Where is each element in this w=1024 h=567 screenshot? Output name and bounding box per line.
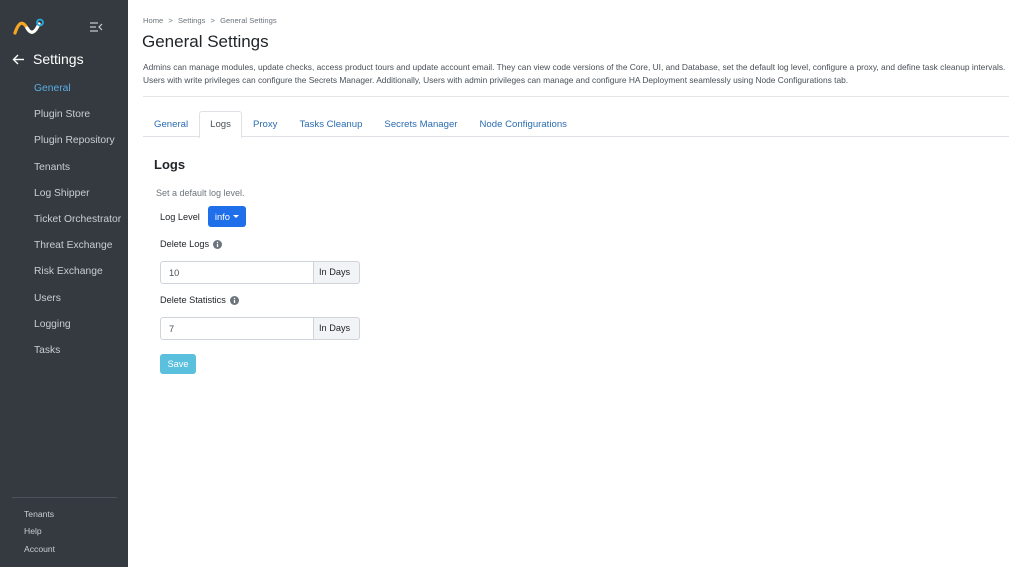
page-description: Admins can manage modules, update checks… bbox=[143, 62, 1006, 86]
sidebar-item-plugin-store[interactable]: Plugin Store bbox=[0, 102, 128, 128]
breadcrumb-current: General Settings bbox=[220, 16, 277, 25]
info-icon[interactable] bbox=[229, 295, 239, 305]
sidebar-nav: General Plugin Store Plugin Repository T… bbox=[0, 76, 128, 364]
breadcrumb-separator: > bbox=[168, 16, 173, 25]
sidebar-footer: Tenants Help Account bbox=[24, 506, 55, 558]
sidebar-item-users[interactable]: Users bbox=[0, 286, 128, 312]
sidebar-item-threat-exchange[interactable]: Threat Exchange bbox=[0, 233, 128, 259]
arrow-left-icon bbox=[12, 54, 24, 64]
sidebar-item-ticket-orchestrator[interactable]: Ticket Orchestrator bbox=[0, 207, 128, 233]
save-button[interactable]: Save bbox=[160, 354, 196, 374]
footer-item-tenants[interactable]: Tenants bbox=[24, 506, 55, 523]
tab-tasks-cleanup[interactable]: Tasks Cleanup bbox=[288, 111, 373, 137]
footer-item-account[interactable]: Account bbox=[24, 541, 55, 558]
settings-tabs: General Logs Proxy Tasks Cleanup Secrets… bbox=[143, 111, 1009, 138]
sidebar-item-tasks[interactable]: Tasks bbox=[0, 338, 128, 364]
log-level-label: Log Level bbox=[160, 211, 200, 222]
sidebar-collapse-icon[interactable] bbox=[89, 20, 103, 34]
delete-stats-group: In Days bbox=[160, 317, 360, 340]
log-level-dropdown[interactable]: info bbox=[207, 206, 246, 227]
breadcrumb-settings[interactable]: Settings bbox=[178, 16, 205, 25]
footer-item-help[interactable]: Help bbox=[24, 523, 55, 540]
sidebar-item-logging[interactable]: Logging bbox=[0, 312, 128, 338]
breadcrumb: Home > Settings > General Settings bbox=[143, 16, 280, 25]
logs-section-title: Logs bbox=[154, 157, 186, 172]
sidebar-item-general[interactable]: General bbox=[0, 76, 128, 102]
delete-logs-label: Delete Logs bbox=[160, 239, 210, 249]
delete-stats-label: Delete Statistics bbox=[160, 295, 226, 305]
sidebar-item-tenants[interactable]: Tenants bbox=[0, 155, 128, 181]
brand-logo-icon[interactable] bbox=[12, 18, 44, 36]
tab-general[interactable]: General bbox=[143, 111, 199, 137]
tab-node-configurations[interactable]: Node Configurations bbox=[468, 111, 577, 137]
sidebar-title: Settings bbox=[33, 51, 84, 67]
main-content: Home > Settings > General Settings Gener… bbox=[128, 0, 1024, 567]
page-title: General Settings bbox=[142, 32, 269, 51]
tab-secrets-manager[interactable]: Secrets Manager bbox=[373, 111, 468, 137]
log-level-value: info bbox=[214, 211, 230, 222]
sidebar: Settings General Plugin Store Plugin Rep… bbox=[0, 0, 128, 567]
sidebar-divider bbox=[12, 497, 117, 498]
delete-stats-unit: In Days bbox=[314, 317, 360, 340]
sidebar-item-risk-exchange[interactable]: Risk Exchange bbox=[0, 259, 128, 285]
breadcrumb-separator: > bbox=[210, 16, 215, 25]
sidebar-item-plugin-repository[interactable]: Plugin Repository bbox=[0, 128, 128, 154]
tab-logs[interactable]: Logs bbox=[199, 111, 242, 138]
header-divider bbox=[143, 96, 1009, 97]
logs-hint: Set a default log level. bbox=[156, 188, 245, 198]
info-icon[interactable] bbox=[213, 239, 223, 249]
breadcrumb-home[interactable]: Home bbox=[143, 16, 163, 25]
back-to-settings[interactable]: Settings bbox=[12, 51, 84, 67]
delete-stats-label-row: Delete Statistics bbox=[160, 295, 239, 305]
tab-proxy[interactable]: Proxy bbox=[242, 111, 289, 137]
delete-logs-label-row: Delete Logs bbox=[160, 239, 223, 249]
log-level-row: Log Level info bbox=[160, 206, 246, 227]
sidebar-item-log-shipper[interactable]: Log Shipper bbox=[0, 181, 128, 207]
delete-logs-input[interactable] bbox=[160, 261, 314, 284]
delete-stats-input[interactable] bbox=[160, 317, 314, 340]
caret-down-icon bbox=[232, 215, 239, 218]
delete-logs-group: In Days bbox=[160, 261, 360, 284]
delete-logs-unit: In Days bbox=[314, 261, 360, 284]
